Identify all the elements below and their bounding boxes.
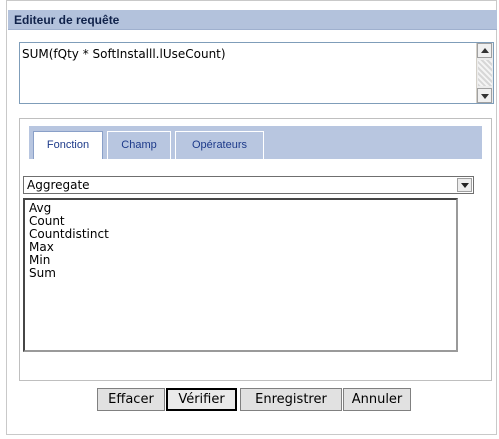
tab-operateurs[interactable]: Opérateurs — [175, 131, 264, 159]
select-value: Aggregate — [27, 178, 90, 192]
scroll-down-button[interactable] — [477, 88, 492, 103]
tab-bar: Fonction Champ Opérateurs — [29, 126, 482, 160]
expression-text[interactable]: SUM(fQty * SoftInstalll.lUseCount) — [22, 47, 226, 61]
arrow-down-icon — [481, 94, 489, 99]
arrow-up-icon — [481, 48, 489, 53]
chevron-down-icon — [461, 183, 469, 188]
function-list[interactable]: Avg Count Countdistinct Max Min Sum — [23, 198, 458, 352]
scroll-track[interactable] — [478, 60, 492, 86]
function-category-select[interactable]: Aggregate — [23, 176, 474, 194]
scroll-up-button[interactable] — [477, 43, 492, 58]
expression-editor[interactable]: SUM(fQty * SoftInstalll.lUseCount) — [19, 42, 494, 104]
panel-title: Editeur de requête — [14, 13, 120, 27]
panel-header: Editeur de requête — [8, 10, 497, 30]
tab-fonction[interactable]: Fonction — [33, 131, 103, 160]
verify-button[interactable]: Vérifier — [166, 388, 237, 411]
tab-champ[interactable]: Champ — [107, 131, 171, 159]
list-item[interactable]: Sum — [26, 267, 109, 280]
save-button[interactable]: Enregistrer — [240, 388, 342, 411]
cancel-button[interactable]: Annuler — [343, 388, 411, 411]
dropdown-button[interactable] — [457, 178, 472, 192]
editor-scrollbar[interactable] — [476, 43, 493, 103]
clear-button[interactable]: Effacer — [97, 388, 165, 411]
